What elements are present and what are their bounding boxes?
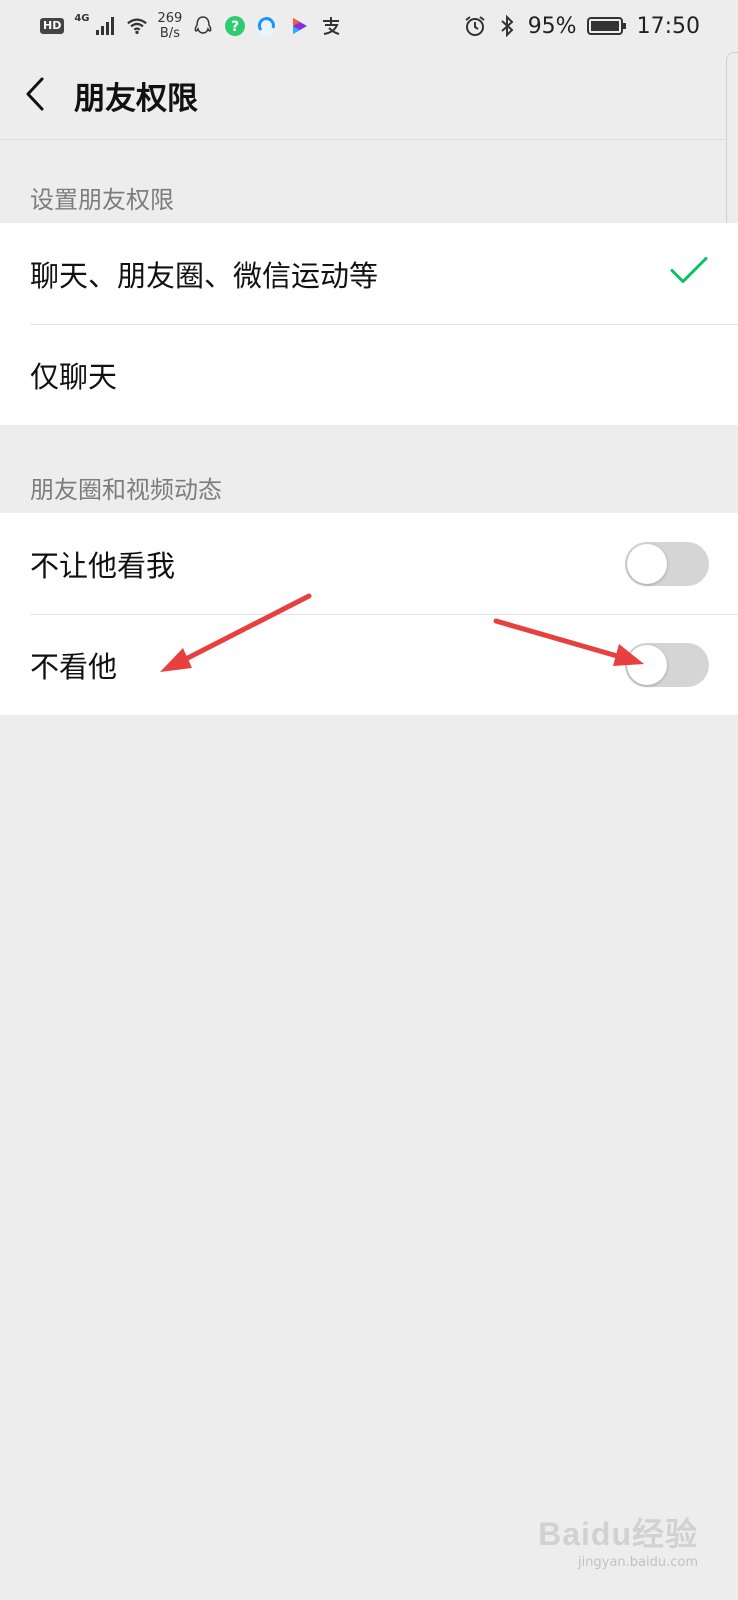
option-label: 仅聊天 [30, 359, 118, 394]
checkmark-icon [670, 255, 708, 292]
status-bar: HD 4G 269 B/s ? 95% 17:50 [0, 0, 738, 52]
question-app-icon: ? [224, 15, 246, 37]
row-hide-my-moments: 不让他看我 [0, 513, 738, 614]
option-chat-only[interactable]: 仅聊天 [0, 324, 738, 425]
alipay-icon [320, 15, 342, 37]
battery-percent: 95% [527, 13, 577, 39]
permission-card: 聊天、朋友圈、微信运动等 仅聊天 [0, 223, 738, 425]
row-label: 不看他 [30, 649, 118, 684]
status-bar-left: HD 4G 269 B/s ? [40, 11, 342, 41]
toggle-knob [627, 644, 667, 685]
signal-icon [94, 15, 116, 37]
watermark-main: Baidu经验 [538, 1516, 698, 1552]
net-speed-unit: B/s [159, 26, 180, 41]
status-bar-right: 95% 17:50 [464, 14, 700, 39]
hide-his-moments-toggle[interactable] [625, 642, 709, 687]
net-speed: 269 B/s [158, 11, 183, 41]
video-app-icon [288, 15, 310, 37]
qq-icon [192, 15, 214, 37]
row-hide-his-moments: 不看他 [0, 614, 738, 715]
option-label: 聊天、朋友圈、微信运动等 [30, 258, 379, 293]
moments-card: 不让他看我 不看他 [0, 513, 738, 715]
svg-text:?: ? [231, 19, 239, 35]
row-label: 不让他看我 [30, 548, 176, 583]
section-label-friend-permission: 设置朋友权限 [30, 186, 174, 214]
chevron-left-icon [24, 76, 46, 116]
network-type: 4G [74, 12, 90, 24]
baidu-watermark: Baidu经验 jingyan.baidu.com [538, 1509, 698, 1570]
back-button[interactable] [0, 52, 70, 140]
clock: 17:50 [636, 13, 700, 39]
toggle-knob [627, 543, 667, 584]
option-chat-moments-werun[interactable]: 聊天、朋友圈、微信运动等 [0, 223, 738, 324]
hide-my-moments-toggle[interactable] [625, 541, 709, 586]
hd-badge: HD [40, 18, 65, 34]
net-speed-value: 269 [157, 11, 183, 26]
bluetooth-icon [496, 15, 518, 37]
watermark-sub: jingyan.baidu.com [578, 1555, 698, 1570]
wifi-icon [126, 15, 148, 37]
page-title: 朋友权限 [74, 81, 198, 117]
alarm-icon [464, 15, 486, 37]
nav-header: 朋友权限 [0, 52, 738, 140]
battery-icon [586, 15, 627, 37]
section-label-moments: 朋友圈和视频动态 [30, 476, 222, 504]
browser-app-icon [256, 15, 278, 37]
